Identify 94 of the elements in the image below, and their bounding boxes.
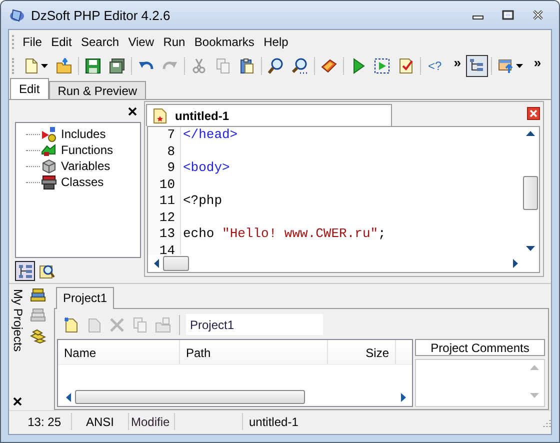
save-icon xyxy=(85,58,101,74)
menu-item[interactable]: Search xyxy=(76,32,124,50)
line-number: 12 xyxy=(158,210,176,226)
modified-label: Modifie xyxy=(131,414,170,428)
editor-tab[interactable]: untitled-1 xyxy=(146,104,392,126)
column-header[interactable]: Name xyxy=(58,340,180,364)
up-arrow-icon xyxy=(530,365,539,370)
php-tag-button[interactable]: <? xyxy=(424,54,446,76)
find-next-icon xyxy=(292,58,308,74)
save-all-icon xyxy=(109,58,125,74)
functions-icon xyxy=(41,142,57,158)
window-arrow-icon xyxy=(498,58,514,74)
scrollbar-thumb[interactable] xyxy=(523,176,538,210)
line-number: 8 xyxy=(166,144,176,160)
tree-view-icon xyxy=(17,262,33,278)
column-header[interactable]: Path xyxy=(180,340,328,364)
menu-item[interactable]: Run xyxy=(158,32,190,50)
maximize-icon xyxy=(502,10,514,20)
copy-icon xyxy=(215,58,231,74)
new-file-icon xyxy=(63,316,79,332)
close-tab-button[interactable] xyxy=(527,107,540,120)
encoding-label: ANSI xyxy=(86,414,114,428)
cube-icon xyxy=(41,158,57,174)
line-number: 9 xyxy=(166,160,176,176)
run-selection-icon xyxy=(374,58,390,74)
delete-icon xyxy=(109,316,125,332)
code-line: </head> xyxy=(183,127,238,144)
down-arrow-icon xyxy=(526,246,535,251)
scrollbar-thumb[interactable] xyxy=(163,256,189,271)
left-arrow-icon xyxy=(154,259,159,268)
open-folder-icon xyxy=(56,58,72,74)
line-number: 14 xyxy=(158,242,176,259)
file-icon xyxy=(86,316,102,332)
close-icon xyxy=(13,397,22,406)
code-line: <body> xyxy=(183,160,230,176)
tree-item[interactable]: Includes xyxy=(61,127,106,141)
php-file-icon xyxy=(153,108,167,124)
cursor-position: 13: 25 xyxy=(28,414,61,428)
file-name: untitled-1 xyxy=(248,414,298,428)
line-number: 10 xyxy=(158,176,176,193)
panel-tab[interactable]: Edit xyxy=(10,78,49,99)
more-button[interactable]: » xyxy=(530,53,544,71)
more-button[interactable]: » xyxy=(450,53,464,71)
new-file-icon xyxy=(23,58,39,74)
app-logo-icon xyxy=(9,7,25,23)
toggle-button[interactable] xyxy=(466,54,488,76)
right-arrow-icon xyxy=(401,392,406,402)
search-icon xyxy=(268,58,284,74)
includes-icon xyxy=(41,126,57,142)
project-tab[interactable]: Project1 xyxy=(56,287,114,309)
tree-item[interactable]: Variables xyxy=(61,159,110,173)
tree-item[interactable]: Classes xyxy=(61,175,104,189)
caret-icon xyxy=(41,64,48,68)
tree-view-icon xyxy=(468,58,485,74)
code-line: echo "Hello! www.CWER.ru"; xyxy=(183,226,386,242)
close-icon xyxy=(128,106,137,116)
paste-icon xyxy=(239,58,255,74)
line-number: 7 xyxy=(166,127,176,144)
layers-icon xyxy=(30,328,46,344)
menu-item[interactable]: Bookmarks xyxy=(190,32,260,50)
close-icon xyxy=(527,107,540,120)
search-icon xyxy=(39,262,55,278)
code-line: <?php xyxy=(183,193,222,210)
close-icon xyxy=(532,10,544,20)
menu-item[interactable]: Help xyxy=(259,32,293,50)
scissors-icon xyxy=(191,58,207,74)
up-arrow-icon xyxy=(526,131,535,136)
scrollbar-thumb[interactable] xyxy=(75,390,305,404)
stack-icon xyxy=(30,308,46,324)
view-button[interactable] xyxy=(15,260,35,280)
panel-tab[interactable]: Run & Preview xyxy=(48,81,146,99)
code-editor[interactable]: 7 8 9 10 11 12 13 14 </head> <body> <?php echo "Hello! www.CWER.ru"; xyxy=(147,126,540,273)
sidebar-label: My Projects xyxy=(11,288,25,352)
sidebar-button[interactable] xyxy=(30,328,46,344)
tree-item[interactable]: Functions xyxy=(61,143,114,157)
line-number: 11 xyxy=(158,193,176,210)
comments-header[interactable]: Project Comments xyxy=(415,339,545,356)
copy-icon xyxy=(132,316,148,332)
menu-item[interactable]: File xyxy=(18,32,47,50)
menu-item[interactable]: Edit xyxy=(46,32,76,50)
checklist-icon xyxy=(398,58,414,74)
project-name-field[interactable]: Project1 xyxy=(186,314,323,335)
line-number: 13 xyxy=(158,226,176,242)
left-arrow-icon xyxy=(66,392,71,402)
stack-icon xyxy=(30,288,46,304)
menu-item[interactable]: View xyxy=(124,32,159,50)
column-header[interactable]: Size xyxy=(328,340,396,364)
right-arrow-icon xyxy=(513,259,518,268)
folder-icon xyxy=(155,316,171,332)
window-title: DzSoft PHP Editor 4.2.6 xyxy=(31,8,170,22)
sidebar-button[interactable] xyxy=(30,288,46,304)
horizontal-scrollbar[interactable] xyxy=(154,256,518,271)
down-arrow-icon xyxy=(530,393,539,398)
caret-icon xyxy=(516,64,523,68)
